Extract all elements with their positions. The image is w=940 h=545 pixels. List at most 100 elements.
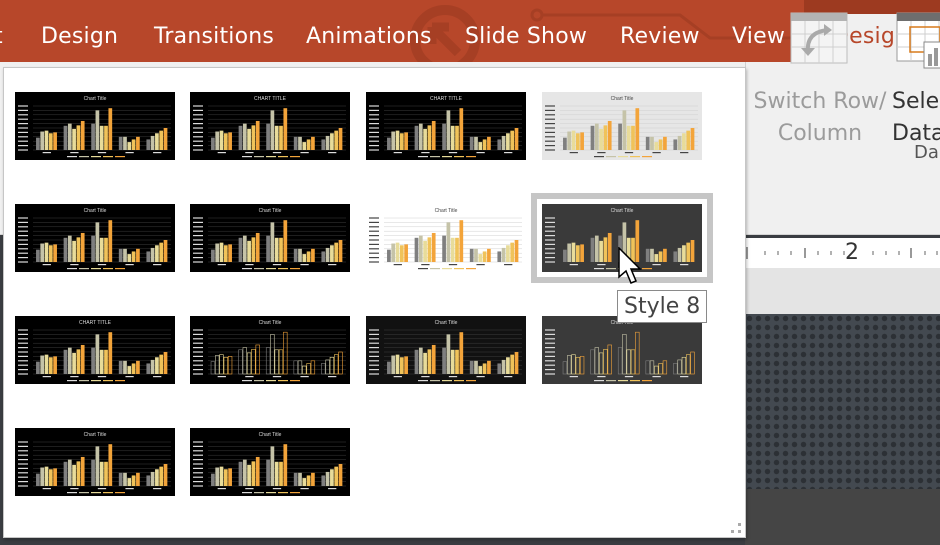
- bar: [645, 136, 650, 150]
- legend-entry: [79, 380, 89, 382]
- bar: [590, 237, 595, 262]
- bar: [274, 125, 279, 150]
- bar: [223, 356, 228, 375]
- y-tick-label: [193, 145, 203, 147]
- chart-style-thumbnail[interactable]: Chart Title: [15, 204, 175, 272]
- tab-review[interactable]: Review: [620, 24, 700, 49]
- bar: [442, 347, 446, 374]
- y-tick-label: [545, 217, 555, 219]
- y-tick-label: [18, 140, 28, 142]
- bar: [118, 472, 123, 486]
- y-tick-label: [369, 127, 379, 129]
- bar: [571, 354, 576, 375]
- category-label: [328, 152, 337, 154]
- bar: [108, 332, 113, 374]
- chart-style-thumbnail[interactable]: Chart Title: [15, 428, 175, 496]
- bar: [48, 357, 53, 374]
- y-tick-label: [18, 485, 28, 487]
- y-tick-label: [193, 355, 203, 357]
- chart-style-thumbnail[interactable]: CHART TITLE: [190, 92, 350, 160]
- tab-design[interactable]: Design: [41, 24, 118, 49]
- category-label: [328, 264, 337, 266]
- chart-style-thumbnail[interactable]: Chart Title: [542, 316, 702, 384]
- legend-entry: [454, 268, 464, 270]
- bar: [395, 130, 400, 150]
- y-tick-label: [369, 355, 379, 357]
- chart-style-thumbnail[interactable]: Chart Title: [190, 428, 350, 496]
- chart-style-thumbnail[interactable]: Chart Title: [366, 316, 526, 384]
- bar: [395, 354, 400, 374]
- bar: [514, 128, 519, 150]
- tab-insert[interactable]: t: [0, 24, 3, 49]
- y-tick-label: [193, 333, 203, 335]
- bar: [399, 133, 404, 150]
- bar: [455, 349, 459, 374]
- chart-style-thumbnail[interactable]: Chart Title: [190, 316, 350, 384]
- bar: [431, 344, 436, 374]
- bar: [487, 136, 491, 150]
- chart-style-thumbnail[interactable]: Chart Title: [15, 92, 175, 160]
- y-tick-label: [193, 127, 203, 129]
- select-data-button[interactable]: Selec Data: [890, 10, 940, 146]
- bar: [228, 468, 232, 486]
- legend-entry: [254, 380, 264, 382]
- y-tick-label: [193, 235, 203, 237]
- bar: [242, 459, 247, 486]
- y-tick-label: [369, 226, 379, 228]
- y-tick-label: [369, 221, 379, 223]
- tab-slide-show[interactable]: Slide Show: [465, 24, 587, 49]
- slide-area-bottom: [745, 489, 940, 545]
- chart-title: Chart Title: [84, 208, 107, 214]
- data-group-label: Da: [914, 142, 939, 163]
- chart-style-thumbnail[interactable]: Chart Title: [542, 92, 702, 160]
- bar: [635, 331, 640, 375]
- bar: [146, 363, 151, 374]
- bar: [414, 237, 419, 262]
- tab-animations[interactable]: Animations: [306, 24, 432, 49]
- bar: [567, 355, 572, 375]
- bar: [474, 136, 478, 150]
- tab-transitions[interactable]: Transitions: [154, 24, 274, 49]
- switch-row-column-button[interactable]: Switch Row/ Column: [752, 10, 888, 146]
- chart-title: Chart Title: [84, 96, 107, 102]
- category-label: [153, 152, 162, 154]
- y-tick-label: [369, 252, 379, 254]
- bar: [607, 232, 612, 262]
- category-label: [393, 152, 402, 154]
- bar: [127, 478, 132, 486]
- chart-style-thumbnail[interactable]: Chart Title: [190, 204, 350, 272]
- y-tick-label: [545, 364, 555, 366]
- bar: [622, 110, 627, 150]
- bar: [338, 240, 343, 262]
- bar: [459, 220, 464, 262]
- y-tick-label: [18, 463, 28, 465]
- chart-style-thumbnail[interactable]: Chart Title: [366, 204, 526, 272]
- y-tick-label: [369, 342, 379, 344]
- bar: [297, 360, 303, 375]
- bar: [654, 365, 659, 375]
- chart-style-thumbnail[interactable]: CHART TITLE: [366, 92, 526, 160]
- chart-style-thumbnail[interactable]: CHART TITLE: [15, 316, 175, 384]
- y-tick-label: [193, 485, 203, 487]
- y-tick-label: [18, 329, 28, 331]
- resize-grip-icon[interactable]: [731, 523, 741, 533]
- chart-preview: Chart Title: [545, 320, 698, 382]
- y-tick-label: [369, 373, 379, 375]
- bar: [690, 351, 695, 375]
- y-tick-label: [18, 351, 28, 353]
- category-label: [153, 376, 162, 378]
- category-label: [300, 488, 309, 490]
- y-tick-label: [193, 109, 203, 111]
- slide-canvas[interactable]: [745, 314, 940, 489]
- bar: [40, 131, 45, 150]
- category-label: [42, 152, 51, 154]
- bar: [325, 135, 330, 150]
- horizontal-ruler[interactable]: 2: [745, 238, 940, 268]
- bar: [404, 356, 408, 374]
- legend-entry: [91, 492, 101, 494]
- category-label: [300, 152, 309, 154]
- y-tick-label: [193, 463, 203, 465]
- bar: [238, 125, 243, 150]
- bar: [497, 363, 502, 374]
- bar: [108, 444, 113, 486]
